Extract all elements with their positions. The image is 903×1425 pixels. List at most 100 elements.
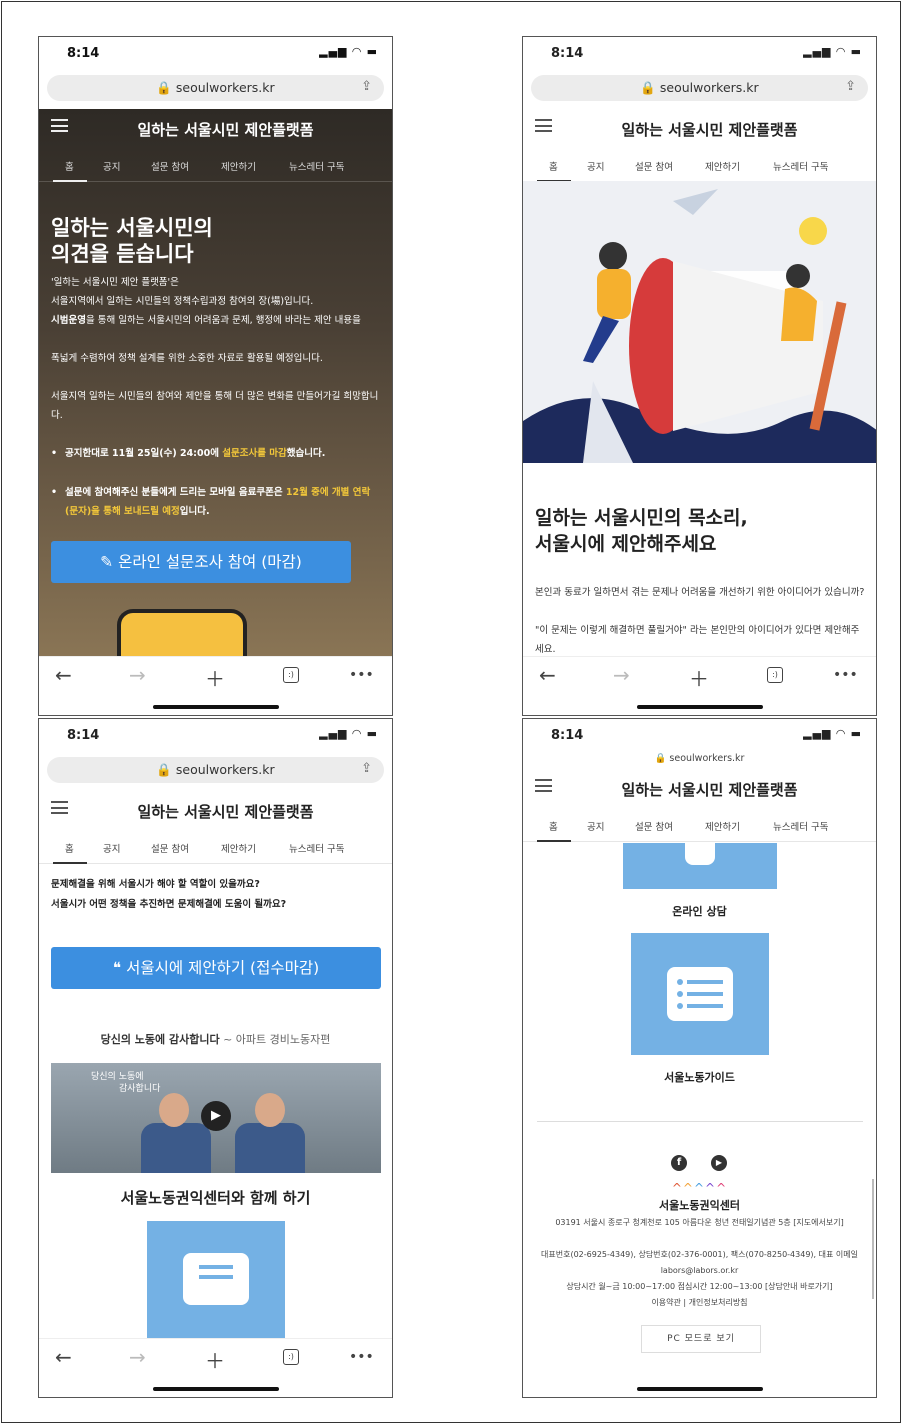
url-text-compact[interactable]: 🔒 seoulworkers.kr (523, 753, 876, 764)
tabs-icon[interactable]: :) (283, 667, 299, 683)
nav-survey[interactable]: 설문 참여 (151, 159, 189, 173)
nav-newsletter[interactable]: 뉴스레터 구독 (289, 841, 344, 855)
signal-wifi-battery-icon: ▂▄▆ ◠ ▬ (319, 45, 378, 58)
phone-screen-home-hero: 8:14 ▂▄▆ ◠ ▬ 🔒 seoulworkers.kr ⇪ 일하는 서울시… (38, 36, 393, 716)
forward-arrow-icon[interactable]: → (613, 663, 630, 687)
signal-wifi-battery-icon: ▂▄▆ ◠ ▬ (803, 727, 862, 740)
status-bar: 8:14 ▂▄▆ ◠ ▬ (523, 719, 876, 751)
nav-newsletter[interactable]: 뉴스레터 구독 (289, 159, 344, 173)
org-logo-icon: ^^^^^ (671, 1181, 728, 1195)
url-text: 🔒 seoulworkers.kr (640, 80, 759, 95)
pc-mode-button[interactable]: PC 모드로 보기 (641, 1325, 761, 1353)
nav-propose[interactable]: 제안하기 (705, 159, 740, 173)
address-bar[interactable]: 🔒 seoulworkers.kr ⇪ (531, 75, 868, 101)
question-2: 서울시가 어떤 정책을 추진하면 문제해결에 도움이 될까요? (51, 899, 287, 910)
site-title[interactable]: 일하는 서울시민 제안플랫폼 (79, 119, 372, 140)
site-title[interactable]: 일하는 서울시민 제안플랫폼 (563, 119, 856, 140)
list-icon (667, 967, 733, 1021)
nav-survey[interactable]: 설문 참여 (635, 819, 673, 833)
nav-propose[interactable]: 제안하기 (221, 159, 256, 173)
hamburger-menu-icon[interactable] (535, 119, 552, 132)
labor-guide-tile[interactable] (631, 933, 769, 1055)
site-nav: 홈 공지 설문 참여 제안하기 뉴스레터 구독 (523, 807, 876, 842)
nav-home[interactable]: 홈 (65, 841, 74, 855)
share-icon[interactable]: ⇪ (845, 79, 856, 94)
new-tab-plus-icon[interactable]: ＋ (205, 663, 225, 692)
status-time: 8:14 (551, 728, 584, 743)
home-indicator (153, 1387, 279, 1391)
intro-line-1: '일하는 서울시민 제안 플랫폼'은 (51, 277, 179, 288)
nav-notice[interactable]: 공지 (587, 819, 604, 833)
status-time: 8:14 (67, 46, 100, 61)
tabs-icon[interactable]: :) (283, 1349, 299, 1365)
hero-headline: 일하는 서울시민의 의견을 듣습니다 (51, 216, 213, 266)
online-counsel-label: 온라인 상담 (672, 905, 727, 918)
hamburger-menu-icon[interactable] (51, 119, 68, 132)
nav-newsletter[interactable]: 뉴스레터 구독 (773, 819, 828, 833)
notice-bullet-1: 공지한대로 11월 25일(수) 24:00에 설문조사를 마감했습니다. (51, 444, 383, 463)
online-counsel-tile[interactable] (623, 843, 777, 889)
phone-screen-questions: 8:14 ▂▄▆ ◠ ▬ 🔒 seoulworkers.kr ⇪ 일하는 서울시… (38, 718, 393, 1398)
envelope-icon (183, 1253, 249, 1305)
site-nav: 홈 공지 설문 참여 제안하기 뉴스레터 구독 (39, 829, 392, 864)
nav-propose[interactable]: 제안하기 (705, 819, 740, 833)
propose-desc-1: 본인과 동료가 일하면서 겪는 문제나 어려움을 개선하기 위한 아이디어가 있… (535, 587, 865, 598)
play-icon[interactable]: ▶ (201, 1101, 231, 1131)
site-title[interactable]: 일하는 서울시민 제안플랫폼 (563, 779, 856, 800)
scrollbar[interactable] (872, 1179, 874, 1299)
more-icon[interactable]: ••• (349, 667, 374, 683)
site-title[interactable]: 일하는 서울시민 제안플랫폼 (79, 801, 372, 822)
facebook-icon[interactable]: f (671, 1155, 687, 1171)
back-arrow-icon[interactable]: ← (539, 663, 556, 687)
question-1: 문제해결을 위해 서울시가 해야 할 역할이 있을까요? (51, 879, 260, 890)
status-time: 8:14 (551, 46, 584, 61)
phone-screen-propose: 8:14 ▂▄▆ ◠ ▬ 🔒 seoulworkers.kr ⇪ 일하는 서울시… (522, 36, 877, 716)
nav-home[interactable]: 홈 (549, 819, 558, 833)
nav-survey[interactable]: 설문 참여 (635, 159, 673, 173)
nav-home[interactable]: 홈 (65, 159, 74, 173)
org-name: 서울노동권익센터 (659, 1199, 740, 1212)
footer-hours: 상담시간 월~금 10:00~17:00 점심시간 12:00~13:00 [상… (566, 1282, 833, 1291)
intro-line-4: 폭넓게 수렴하여 정책 설계를 위한 소중한 자료로 활용될 예정입니다. (51, 353, 323, 364)
home-indicator (637, 705, 763, 709)
share-icon[interactable]: ⇪ (361, 761, 372, 776)
nav-newsletter[interactable]: 뉴스레터 구독 (773, 159, 828, 173)
survey-closed-button[interactable]: ✎ 온라인 설문조사 참여 (마감) (51, 541, 351, 583)
home-indicator (153, 705, 279, 709)
back-arrow-icon[interactable]: ← (55, 1345, 72, 1369)
youtube-icon[interactable]: ▶ (711, 1155, 727, 1171)
nav-notice[interactable]: 공지 (103, 841, 120, 855)
thanks-heading: 당신의 노동에 감사합니다 ~ 아파트 경비노동자편 (100, 1033, 331, 1046)
phone-screen-footer: 8:14 ▂▄▆ ◠ ▬ 🔒 seoulworkers.kr 일하는 서울시민 … (522, 718, 877, 1398)
hamburger-menu-icon[interactable] (51, 801, 68, 814)
status-bar: 8:14 ▂▄▆ ◠ ▬ (39, 719, 392, 751)
more-icon[interactable]: ••• (833, 667, 858, 683)
nav-survey[interactable]: 설문 참여 (151, 841, 189, 855)
back-arrow-icon[interactable]: ← (55, 663, 72, 687)
address-bar[interactable]: 🔒 seoulworkers.kr ⇪ (47, 757, 384, 783)
nav-active-indicator (53, 180, 87, 182)
more-icon[interactable]: ••• (349, 1349, 374, 1365)
nav-propose[interactable]: 제안하기 (221, 841, 256, 855)
new-tab-plus-icon[interactable]: ＋ (689, 663, 709, 692)
footer-address: 03191 서울시 종로구 청계천로 105 아름다운 청년 전태일기념관 5층… (555, 1218, 844, 1227)
video-thumbnail[interactable]: 당신의 노동에 감사합니다 ▶ (51, 1063, 381, 1173)
tabs-icon[interactable]: :) (767, 667, 783, 683)
forward-arrow-icon[interactable]: → (129, 1345, 146, 1369)
address-bar[interactable]: 🔒 seoulworkers.kr ⇪ (47, 75, 384, 101)
share-icon[interactable]: ⇪ (361, 79, 372, 94)
browser-toolbar: ← → ＋ :) ••• (39, 1338, 392, 1397)
url-text: 🔒 seoulworkers.kr (156, 80, 275, 95)
nav-home[interactable]: 홈 (549, 159, 558, 173)
propose-closed-button[interactable]: ❝ 서울시에 제안하기 (접수마감) (51, 947, 381, 989)
footer-links[interactable]: 이용약관 | 개인정보처리방침 (523, 1295, 876, 1311)
nav-notice[interactable]: 공지 (587, 159, 604, 173)
hamburger-menu-icon[interactable] (535, 779, 552, 792)
intro-line-5: 서울지역 일하는 시민들의 참여와 제안을 통해 더 많은 변화를 만들어가길 … (51, 391, 379, 421)
newsletter-tile[interactable] (147, 1221, 285, 1343)
nav-notice[interactable]: 공지 (103, 159, 120, 173)
new-tab-plus-icon[interactable]: ＋ (205, 1345, 225, 1374)
forward-arrow-icon[interactable]: → (129, 663, 146, 687)
site-nav: 홈 공지 설문 참여 제안하기 뉴스레터 구독 (523, 147, 876, 182)
intro-line-3: 시범운영을 통해 일하는 서울시민의 어려움과 문제, 행정에 바라는 제안 내… (51, 315, 361, 326)
